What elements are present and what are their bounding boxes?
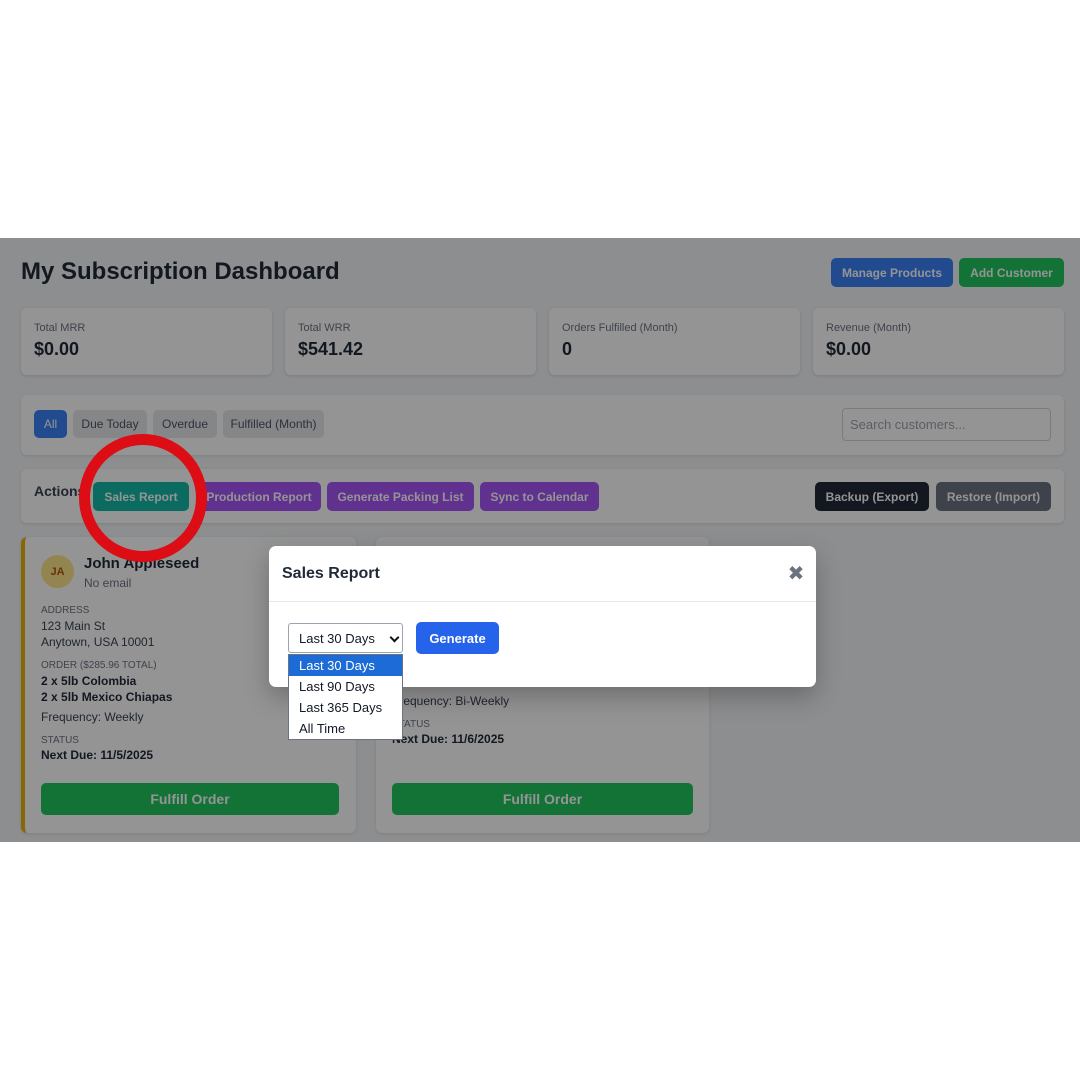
generate-button[interactable]: Generate: [416, 622, 499, 654]
date-range-selected: Last 30 Days: [299, 630, 375, 646]
date-range-select[interactable]: Last 30 Days: [288, 623, 403, 653]
close-icon[interactable]: ✖: [787, 562, 805, 585]
highlight-circle-annotation: [79, 434, 207, 562]
date-range-option[interactable]: All Time: [289, 718, 402, 739]
date-range-option[interactable]: Last 30 Days: [289, 655, 402, 676]
chevron-down-icon: [389, 632, 400, 643]
app-frame: My Subscription Dashboard Manage Product…: [0, 238, 1080, 842]
modal-header: Sales Report ✖: [269, 546, 816, 602]
date-range-option[interactable]: Last 365 Days: [289, 697, 402, 718]
date-range-dropdown: Last 30 Days Last 90 Days Last 365 Days …: [288, 654, 403, 740]
date-range-option[interactable]: Last 90 Days: [289, 676, 402, 697]
modal-title: Sales Report: [282, 565, 380, 582]
